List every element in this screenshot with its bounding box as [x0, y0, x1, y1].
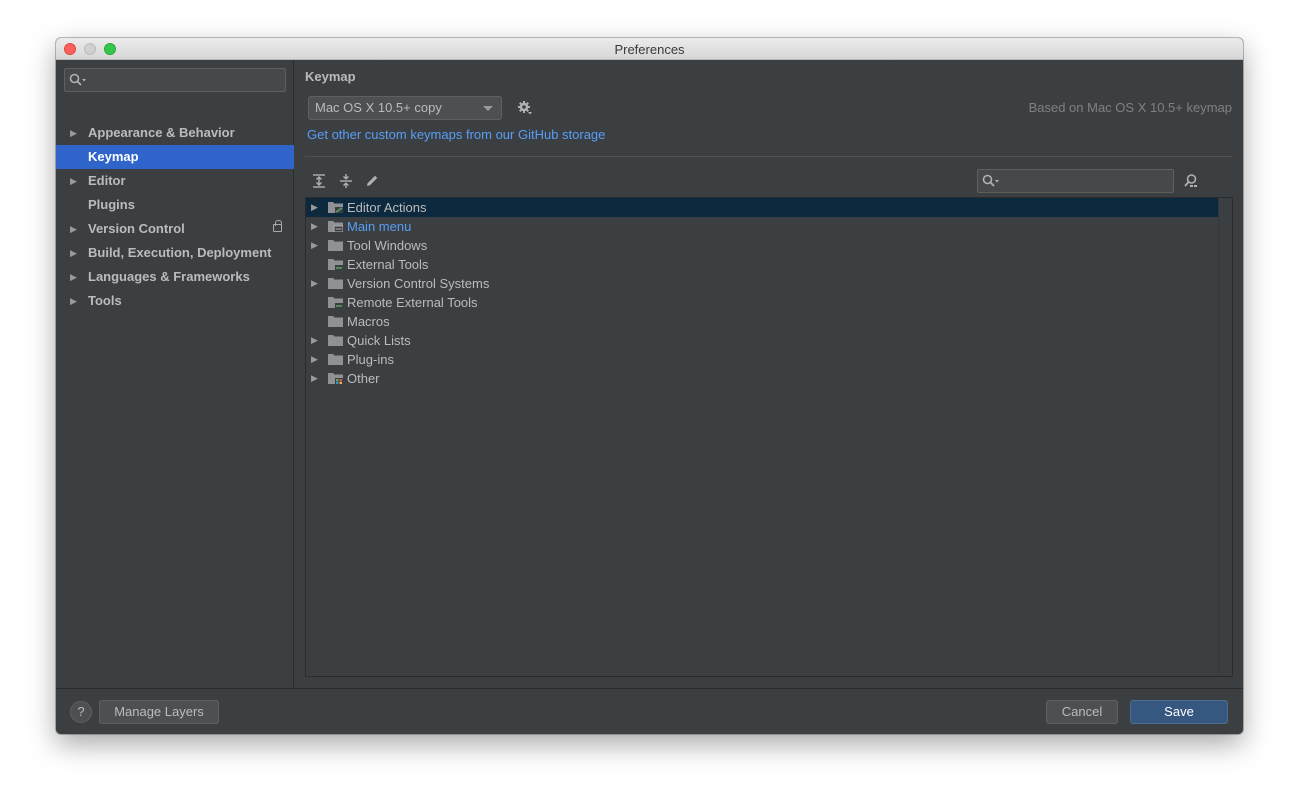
search-icon [982, 174, 999, 187]
expand-arrow-icon: ▶ [311, 373, 318, 383]
tree-row-label: External Tools [347, 257, 429, 272]
tree-row-tool-windows[interactable]: ▶ Tool Windows [306, 236, 1218, 255]
preferences-window: Preferences ▶ Appearance & Behavior Keym… [56, 38, 1243, 734]
expand-arrow-icon: ▶ [311, 202, 318, 212]
sidebar-item-label: Editor [88, 173, 126, 188]
sidebar-item-label: Tools [88, 293, 122, 308]
remote-tools-folder-icon [328, 297, 343, 308]
sidebar-item-languages-frameworks[interactable]: ▶ Languages & Frameworks [56, 265, 294, 289]
tree-row-external-tools[interactable]: External Tools [306, 255, 1218, 274]
editor-actions-folder-icon [328, 202, 343, 213]
sidebar-item-version-control[interactable]: ▶ Version Control [56, 217, 294, 241]
find-by-shortcut-icon[interactable] [1183, 173, 1199, 189]
sidebar-item-label: Plugins [88, 197, 135, 212]
tree-scrollbar[interactable] [1218, 198, 1232, 676]
page-title: Keymap [305, 69, 356, 84]
expand-arrow-icon: ▶ [70, 176, 77, 186]
expand-arrow-icon: ▶ [70, 248, 77, 258]
tree-row-plug-ins[interactable]: ▶ Plug-ins [306, 350, 1218, 369]
keymap-actions-tree: ▶ Editor Actions ▶ Main menu ▶ Tool Wind… [305, 197, 1233, 677]
sidebar-item-editor[interactable]: ▶ Editor [56, 169, 294, 193]
tree-row-remote-external-tools[interactable]: Remote External Tools [306, 293, 1218, 312]
tree-row-label: Macros [347, 314, 390, 329]
chevron-down-icon [483, 106, 493, 111]
settings-sidebar: ▶ Appearance & Behavior Keymap ▶ Editor … [56, 60, 294, 688]
sidebar-item-label: Version Control [88, 221, 185, 236]
github-keymaps-link[interactable]: Get other custom keymaps from our GitHub… [307, 127, 605, 142]
keymap-panel: Keymap Mac OS X 10.5+ copy Based on Mac … [295, 60, 1243, 688]
tree-row-label: Plug-ins [347, 352, 394, 367]
sidebar-item-label: Appearance & Behavior [88, 125, 235, 140]
sidebar-item-appearance-behavior[interactable]: ▶ Appearance & Behavior [56, 121, 294, 145]
folder-icon [328, 278, 343, 289]
tree-row-label: Remote External Tools [347, 295, 478, 310]
tree-row-macros[interactable]: Macros [306, 312, 1218, 331]
cancel-button[interactable]: Cancel [1046, 700, 1118, 724]
folder-icon [328, 240, 343, 251]
sidebar-item-tools[interactable]: ▶ Tools [56, 289, 294, 313]
tree-row-version-control-systems[interactable]: ▶ Version Control Systems [306, 274, 1218, 293]
sidebar-item-label: Keymap [88, 149, 139, 164]
tree-row-quick-lists[interactable]: ▶ Quick Lists [306, 331, 1218, 350]
sidebar-item-label: Build, Execution, Deployment [88, 245, 272, 260]
expand-arrow-icon: ▶ [311, 240, 318, 250]
keymap-select-value: Mac OS X 10.5+ copy [315, 100, 442, 115]
keymap-select[interactable]: Mac OS X 10.5+ copy [308, 96, 502, 120]
tree-row-other[interactable]: ▶ Other [306, 369, 1218, 388]
tree-row-editor-actions[interactable]: ▶ Editor Actions [306, 198, 1218, 217]
other-folder-icon [328, 373, 343, 384]
title-bar: Preferences [56, 38, 1243, 60]
separator [305, 156, 1233, 157]
collapse-all-icon[interactable] [338, 173, 354, 189]
edit-pencil-icon[interactable] [364, 173, 380, 189]
expand-all-icon[interactable] [311, 173, 327, 189]
tree-row-label: Quick Lists [347, 333, 411, 348]
folder-icon [328, 335, 343, 346]
search-icon [69, 73, 86, 86]
expand-arrow-icon: ▶ [311, 278, 318, 288]
sidebar-item-plugins[interactable]: Plugins [56, 193, 294, 217]
expand-arrow-icon: ▶ [311, 221, 318, 231]
expand-arrow-icon: ▶ [311, 354, 318, 364]
tree-row-label: Tool Windows [347, 238, 428, 253]
expand-arrow-icon: ▶ [70, 272, 77, 282]
main-menu-folder-icon [328, 221, 343, 232]
gear-icon[interactable] [517, 100, 533, 116]
dialog-button-bar: ? Manage Layers Cancel Save [56, 688, 1243, 734]
lock-icon [273, 220, 282, 232]
sidebar-item-keymap[interactable]: Keymap [56, 145, 294, 169]
based-on-label: Based on Mac OS X 10.5+ keymap [1028, 100, 1232, 115]
sidebar-item-label: Languages & Frameworks [88, 269, 250, 284]
expand-arrow-icon: ▶ [70, 224, 77, 234]
window-title: Preferences [614, 42, 685, 57]
folder-icon [328, 316, 343, 327]
tree-row-label: Main menu [347, 219, 412, 234]
folder-icon [328, 354, 343, 365]
expand-arrow-icon: ▶ [70, 128, 77, 138]
expand-arrow-icon: ▶ [311, 335, 318, 345]
tree-row-label: Version Control Systems [347, 276, 490, 291]
settings-search-input[interactable] [64, 68, 286, 92]
tree-row-label: Other [347, 371, 380, 386]
expand-arrow-icon: ▶ [70, 296, 77, 306]
sidebar-item-build-execution-deployment[interactable]: ▶ Build, Execution, Deployment [56, 241, 294, 265]
help-button[interactable]: ? [70, 701, 92, 723]
external-tools-folder-icon [328, 259, 343, 270]
manage-layers-button[interactable]: Manage Layers [99, 700, 219, 724]
action-search-input[interactable] [977, 169, 1174, 193]
save-button[interactable]: Save [1130, 700, 1228, 724]
tree-row-main-menu[interactable]: ▶ Main menu [306, 217, 1218, 236]
tree-row-label: Editor Actions [347, 200, 427, 215]
